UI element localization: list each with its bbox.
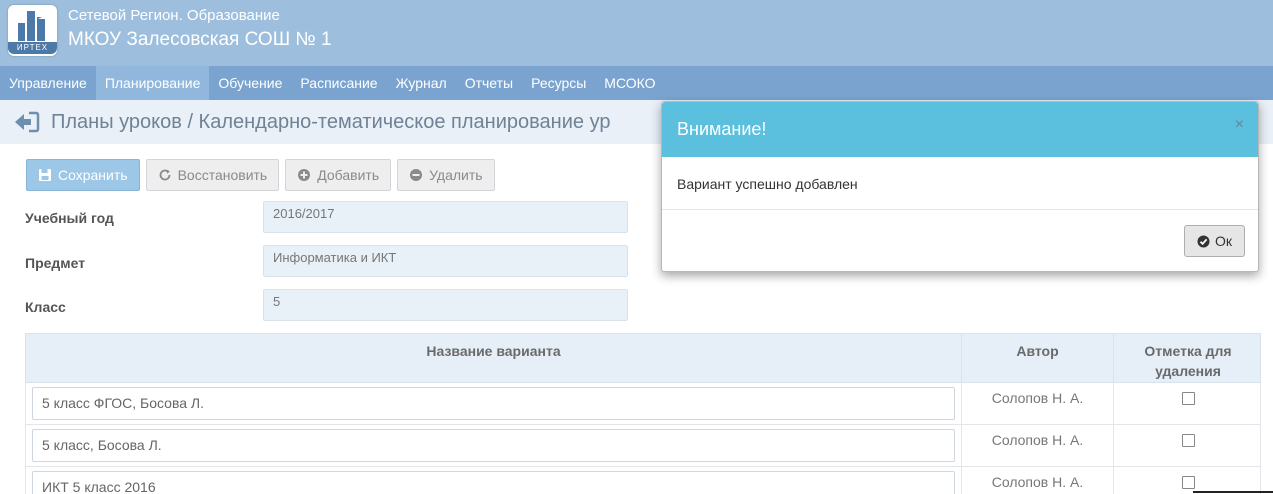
back-arrow-icon[interactable] — [12, 110, 40, 134]
save-button-label: Сохранить — [58, 167, 128, 183]
restore-button-label: Восстановить — [177, 167, 268, 183]
table-row: ИКТ 5 класс 2016 Солопов Н. А. — [25, 467, 1261, 494]
subject-field: Информатика и ИКТ — [263, 245, 628, 277]
variant-name-input[interactable]: 5 класс ФГОС, Босова Л. — [32, 387, 955, 420]
nav-item-journal[interactable]: Журнал — [387, 66, 456, 100]
year-field: 2016/2017 — [263, 201, 628, 233]
nav-item-resources[interactable]: Ресурсы — [522, 66, 595, 100]
column-header-mark: Отметка для удаления — [1113, 334, 1262, 384]
ok-button[interactable]: Ок — [1184, 225, 1245, 257]
dialog-message: Вариант успешно добавлен — [677, 176, 858, 192]
nav-item-schedule[interactable]: Расписание — [291, 66, 386, 100]
refresh-icon — [159, 169, 170, 181]
close-icon[interactable]: × — [1235, 116, 1244, 134]
table-row: 5 класс, Босова Л. Солопов Н. А. — [25, 425, 1261, 467]
plus-circle-icon — [298, 169, 311, 181]
delete-button-label: Удалить — [429, 167, 483, 183]
save-button[interactable]: Сохранить — [26, 159, 140, 191]
toolbar: Сохранить Восстановить Добавить Удалить — [26, 159, 495, 191]
variant-name-input[interactable]: ИКТ 5 класс 2016 — [32, 471, 955, 494]
delete-mark-checkbox[interactable] — [1182, 392, 1195, 405]
logo-buildings-icon — [18, 11, 46, 41]
class-label: Класс — [25, 299, 66, 315]
breadcrumb: Планы уроков / Календарно-тематическое п… — [51, 111, 611, 133]
add-button[interactable]: Добавить — [285, 159, 392, 191]
column-header-name: Название варианта — [426, 343, 561, 359]
class-field: 5 — [263, 289, 628, 321]
minus-circle-icon — [410, 169, 423, 181]
add-button-label: Добавить — [317, 167, 380, 183]
nav-item-management[interactable]: Управление — [0, 66, 96, 100]
mark-cell — [1113, 467, 1262, 494]
divider-line — [1193, 491, 1273, 493]
author-cell: Солопов Н. А. — [961, 425, 1113, 467]
delete-mark-checkbox[interactable] — [1182, 434, 1195, 447]
app-name: Сетевой Регион. Образование — [68, 7, 280, 24]
variant-name-input[interactable]: 5 класс, Босова Л. — [32, 429, 955, 462]
table-header: Название варианта Автор Отметка для удал… — [25, 333, 1262, 384]
logo-text: ИРТЕХ — [8, 42, 57, 54]
irtex-logo[interactable]: ИРТЕХ — [8, 5, 57, 56]
main-nav: Управление Планирование Обучение Расписа… — [0, 66, 1273, 100]
mark-cell — [1113, 383, 1262, 425]
ok-button-label: Ок — [1214, 233, 1232, 249]
restore-button[interactable]: Восстановить — [145, 159, 280, 191]
nav-item-learning[interactable]: Обучение — [209, 66, 291, 100]
author-cell: Солопов Н. А. — [961, 467, 1113, 494]
year-label: Учебный год — [25, 210, 114, 226]
check-circle-icon — [1197, 235, 1210, 247]
author-cell: Солопов Н. А. — [961, 383, 1113, 425]
alert-dialog: Внимание! × Вариант успешно добавлен Ок — [661, 101, 1259, 272]
app-header: ИРТЕХ Сетевой Регион. Образование МКОУ З… — [0, 0, 1273, 66]
floppy-disk-icon — [39, 169, 51, 181]
nav-item-reports[interactable]: Отчеты — [456, 66, 522, 100]
delete-mark-checkbox[interactable] — [1182, 476, 1195, 489]
mark-cell — [1113, 425, 1262, 467]
nav-item-planning[interactable]: Планирование — [95, 66, 210, 100]
dialog-title: Внимание! — [677, 119, 767, 139]
dialog-body: Вариант успешно добавлен — [662, 157, 1258, 210]
column-header-author: Автор — [961, 334, 1113, 384]
dialog-header: Внимание! × — [662, 102, 1258, 157]
school-name: МКОУ Залесовская СОШ № 1 — [68, 29, 332, 50]
table-row: 5 класс ФГОС, Босова Л. Солопов Н. А. — [25, 383, 1261, 425]
delete-button[interactable]: Удалить — [397, 159, 495, 191]
subject-label: Предмет — [25, 255, 86, 271]
nav-item-msoko[interactable]: МСОКО — [595, 66, 664, 100]
